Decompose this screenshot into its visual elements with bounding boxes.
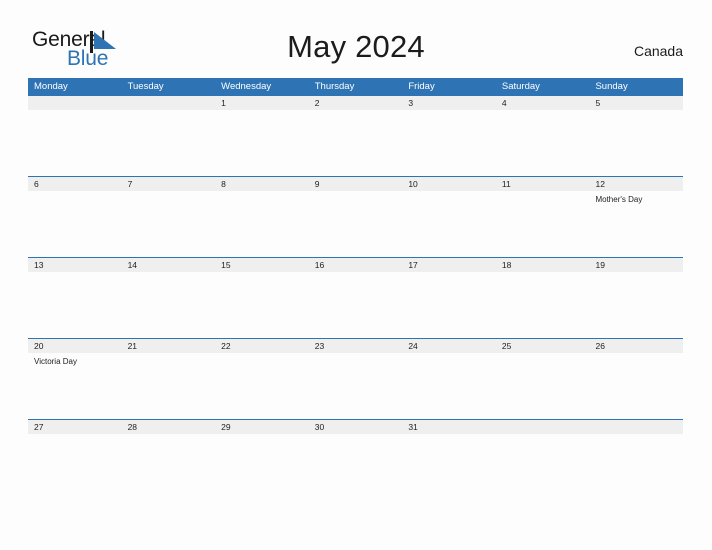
day-number[interactable]: 15 [215, 258, 309, 272]
day-number[interactable]: 10 [402, 177, 496, 191]
day-number[interactable]: 9 [309, 177, 403, 191]
day-event[interactable] [589, 353, 683, 419]
day-number[interactable]: 11 [496, 177, 590, 191]
day-number[interactable]: 18 [496, 258, 590, 272]
day-event[interactable] [215, 110, 309, 176]
day-event[interactable] [402, 353, 496, 419]
week-row: 27 28 29 30 31 [28, 419, 683, 500]
week-event-band [28, 434, 683, 500]
day-number[interactable]: 8 [215, 177, 309, 191]
day-number[interactable]: 14 [122, 258, 216, 272]
weekday-header-thursday: Thursday [314, 81, 355, 92]
day-event[interactable] [402, 110, 496, 176]
day-event[interactable] [28, 434, 122, 500]
day-number[interactable]: 23 [309, 339, 403, 353]
week-row: 20 21 22 23 24 25 26 Victoria Day [28, 338, 683, 419]
week-row: 6 7 8 9 10 11 12 Mother's Day [28, 176, 683, 257]
calendar-grid: Monday Tuesday Wednesday Thursday Friday… [28, 78, 683, 500]
day-event[interactable] [496, 353, 590, 419]
day-number[interactable] [28, 96, 122, 110]
day-event[interactable] [28, 110, 122, 176]
day-number[interactable] [122, 96, 216, 110]
week-date-band: 1 2 3 4 5 [28, 95, 683, 110]
day-event[interactable] [496, 272, 590, 338]
day-event[interactable] [215, 191, 309, 257]
day-number[interactable]: 12 [589, 177, 683, 191]
day-number[interactable]: 5 [589, 96, 683, 110]
day-event[interactable] [402, 272, 496, 338]
day-number[interactable]: 2 [309, 96, 403, 110]
weekday-header-saturday: Saturday [501, 81, 540, 92]
day-event[interactable] [589, 434, 683, 500]
day-number[interactable]: 22 [215, 339, 309, 353]
day-event[interactable] [402, 191, 496, 257]
day-event[interactable] [122, 191, 216, 257]
week-event-band [28, 110, 683, 176]
day-event[interactable] [309, 272, 403, 338]
week-date-band: 27 28 29 30 31 [28, 419, 683, 434]
day-event[interactable] [215, 353, 309, 419]
week-date-band: 13 14 15 16 17 18 19 [28, 257, 683, 272]
day-event[interactable] [309, 191, 403, 257]
day-event[interactable] [589, 110, 683, 176]
day-number[interactable] [496, 420, 590, 434]
weekday-header-tuesday: Tuesday [127, 81, 164, 92]
day-number[interactable]: 19 [589, 258, 683, 272]
day-event[interactable] [122, 272, 216, 338]
day-number[interactable]: 31 [402, 420, 496, 434]
day-event[interactable]: Mother's Day [589, 191, 683, 257]
week-date-band: 6 7 8 9 10 11 12 [28, 176, 683, 191]
day-number[interactable]: 29 [215, 420, 309, 434]
day-event[interactable] [309, 110, 403, 176]
day-event[interactable] [215, 434, 309, 500]
day-number[interactable] [589, 420, 683, 434]
day-number[interactable]: 16 [309, 258, 403, 272]
day-event[interactable] [402, 434, 496, 500]
day-event[interactable] [309, 434, 403, 500]
day-number[interactable]: 3 [402, 96, 496, 110]
day-event[interactable] [122, 353, 216, 419]
day-number[interactable]: 21 [122, 339, 216, 353]
day-event[interactable] [122, 434, 216, 500]
page-header: General Blue May 2024 Canada [0, 0, 712, 78]
day-number[interactable]: 13 [28, 258, 122, 272]
day-number[interactable]: 20 [28, 339, 122, 353]
day-event[interactable]: Victoria Day [28, 353, 122, 419]
day-number[interactable]: 17 [402, 258, 496, 272]
day-event[interactable] [496, 110, 590, 176]
week-event-band: Victoria Day [28, 353, 683, 419]
day-event[interactable] [28, 272, 122, 338]
week-row: 1 2 3 4 5 [28, 95, 683, 176]
region-label: Canada [633, 43, 683, 59]
weekday-header-row: Monday Tuesday Wednesday Thursday Friday… [28, 78, 683, 95]
day-number[interactable]: 6 [28, 177, 122, 191]
day-number[interactable]: 27 [28, 420, 122, 434]
day-event[interactable] [589, 272, 683, 338]
week-event-band [28, 272, 683, 338]
day-number[interactable]: 30 [309, 420, 403, 434]
day-event[interactable] [496, 434, 590, 500]
week-date-band: 20 21 22 23 24 25 26 [28, 338, 683, 353]
week-event-band: Mother's Day [28, 191, 683, 257]
day-event[interactable] [215, 272, 309, 338]
day-number[interactable]: 4 [496, 96, 590, 110]
weekday-header-monday: Monday [34, 81, 68, 92]
day-number[interactable]: 7 [122, 177, 216, 191]
weekday-header-friday: Friday [408, 81, 435, 92]
day-event[interactable] [309, 353, 403, 419]
day-event[interactable] [122, 110, 216, 176]
day-number[interactable]: 26 [589, 339, 683, 353]
day-number[interactable]: 28 [122, 420, 216, 434]
page-title: May 2024 [287, 29, 425, 64]
week-row: 13 14 15 16 17 18 19 [28, 257, 683, 338]
day-event[interactable] [496, 191, 590, 257]
day-number[interactable]: 1 [215, 96, 309, 110]
calendar-page: General Blue May 2024 Canada Monday Tues… [0, 0, 712, 550]
weekday-header-wednesday: Wednesday [221, 81, 272, 92]
day-number[interactable]: 25 [496, 339, 590, 353]
day-event[interactable] [28, 191, 122, 257]
weekday-header-sunday: Sunday [595, 81, 628, 92]
day-number[interactable]: 24 [402, 339, 496, 353]
